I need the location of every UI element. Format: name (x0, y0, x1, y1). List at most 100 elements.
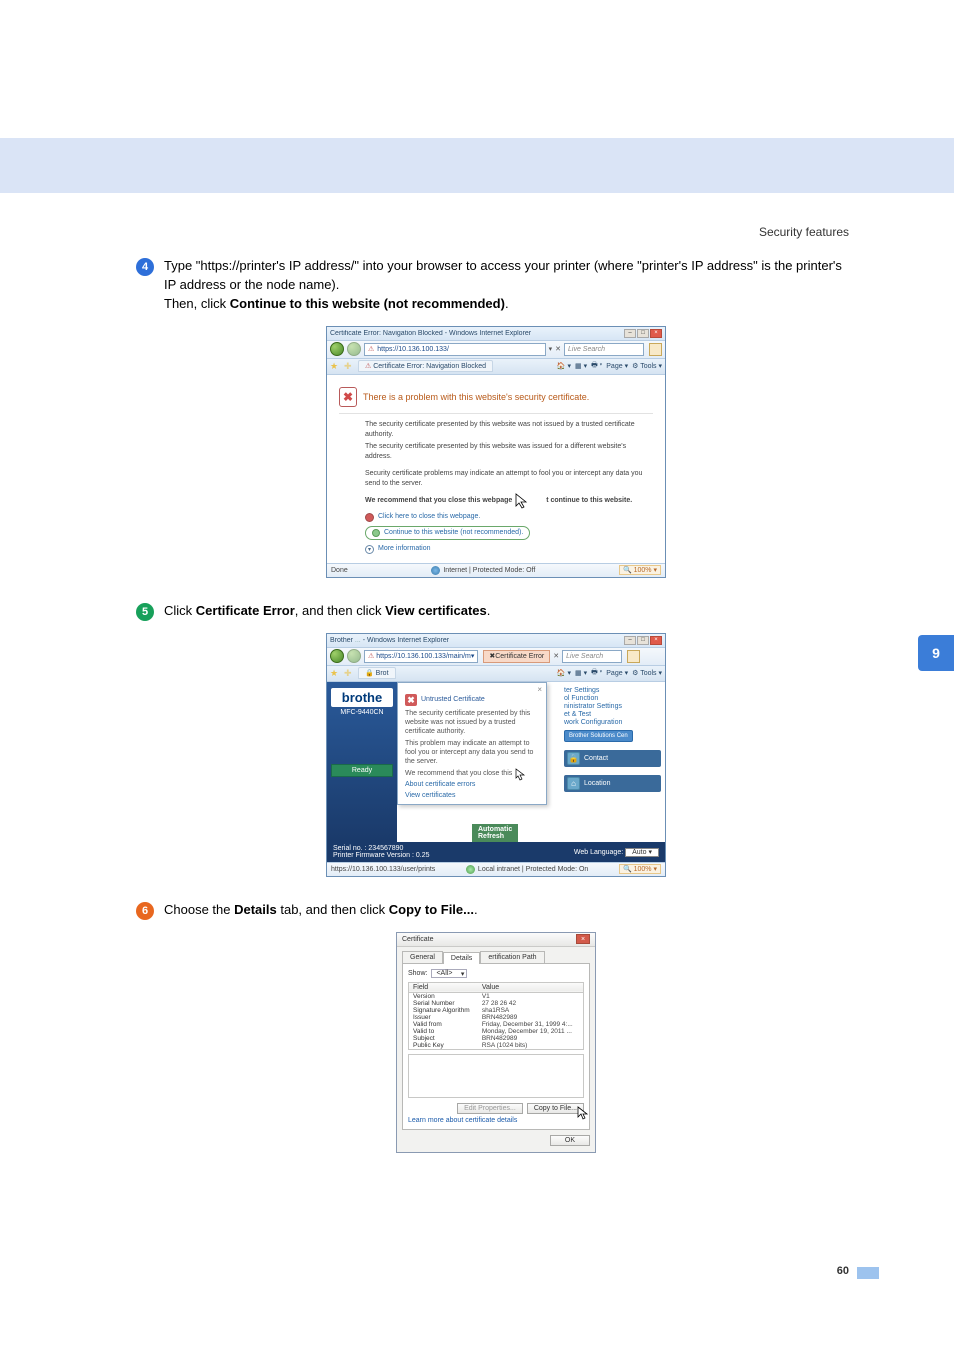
forward-icon[interactable] (347, 342, 361, 356)
search-input[interactable]: Live Search (562, 650, 622, 663)
address-bar[interactable]: ⚠https://10.136.100.133/main/m ▾ (364, 650, 478, 663)
continue-link[interactable]: Continue to this website (not recommende… (365, 526, 653, 541)
ie2-statusbar: https://10.136.100.133/user/prints Local… (327, 862, 665, 876)
table-row[interactable]: VersionV1 (409, 992, 584, 1000)
ie2-titlebar: Brother ... - Windows Internet Explorer … (327, 634, 665, 648)
printer-sidebar: brothe MFC-9440CN Ready (327, 682, 397, 842)
zoom-level[interactable]: 🔍 100% ▾ (619, 565, 661, 575)
table-row[interactable]: Serial Number27 28 26 42 (409, 1000, 584, 1007)
view-certificates-link[interactable]: View certificates (405, 792, 455, 799)
search-icon[interactable] (649, 343, 662, 356)
close-icon[interactable]: × (576, 934, 590, 944)
ie2-body: brothe MFC-9440CN Ready × ✖ Untrusted Ce… (327, 682, 665, 842)
location-row[interactable]: ⌂Location (564, 775, 661, 792)
more-info-toggle[interactable]: ▾ More information (365, 544, 653, 555)
home-icon: ⌂ (567, 777, 580, 790)
chevron-down-icon: ▾ (365, 545, 374, 554)
home-icon[interactable]: 🏠 ▾ (557, 669, 571, 677)
step-5-text: Click Certificate Error, and then click … (164, 602, 490, 621)
tools-menu[interactable]: ⚙ Tools ▾ (632, 669, 662, 677)
show-label: Show: (408, 970, 427, 977)
certificate-error-button[interactable]: ✖ Certificate Error (483, 650, 550, 663)
table-row[interactable]: Valid fromFriday, December 31, 1999 4:..… (409, 1021, 584, 1028)
page-accent (857, 1267, 879, 1279)
brother-logo: brothe (331, 688, 393, 707)
contact-row[interactable]: 🔒Contact (564, 750, 661, 767)
browser-tab[interactable]: ⚠ Certificate Error: Navigation Blocked (358, 360, 493, 372)
close-webpage-link[interactable]: Click here to close this webpage. (365, 512, 653, 523)
add-favorite-icon[interactable]: ✚ (344, 361, 354, 371)
minimize-icon[interactable]: – (624, 329, 636, 338)
tools-menu[interactable]: ⚙ Tools ▾ (632, 362, 662, 370)
edit-properties-button[interactable]: Edit Properties... (457, 1103, 523, 1114)
home-icon[interactable]: 🏠 ▾ (557, 362, 571, 370)
add-favorite-icon[interactable]: ✚ (344, 668, 354, 678)
table-row[interactable]: SubjectBRN482989 (409, 1035, 584, 1042)
ie2-tabbar: ★ ✚ 🔒 Brot 🏠 ▾ ▦ ▾ 🖶 ▾ Page ▾ ⚙ Tools ▾ (327, 666, 665, 682)
favorites-icon[interactable]: ★ (330, 361, 340, 371)
link-settings[interactable]: ter Settings (564, 687, 661, 694)
maximize-icon[interactable]: □ (637, 329, 649, 338)
link-network[interactable]: work Configuration (564, 719, 661, 726)
cert-msg-3: Security certificate problems may indica… (365, 469, 653, 490)
close-icon[interactable]: × (650, 329, 662, 338)
ie2-toolbar: 🏠 ▾ ▦ ▾ 🖶 ▾ Page ▾ ⚙ Tools ▾ (557, 668, 662, 679)
link-test[interactable]: et & Test (564, 711, 661, 718)
link-function[interactable]: ol Function (564, 695, 661, 702)
cert-dialog-footer: OK (397, 1135, 595, 1152)
status-url: https://10.136.100.133/user/prints (331, 866, 435, 873)
language-select[interactable]: Auto ▾ (625, 848, 659, 857)
search-icon[interactable] (627, 650, 640, 663)
forward-icon[interactable] (347, 649, 361, 663)
close-icon[interactable]: × (650, 636, 662, 645)
back-icon[interactable] (330, 342, 344, 356)
table-row[interactable]: IssuerBRN482989 (409, 1014, 584, 1021)
feeds-icon[interactable]: ▦ ▾ (575, 669, 587, 677)
table-row[interactable]: Signature Algorithmsha1RSA (409, 1007, 584, 1014)
cert-msg-2: The security certificate presented by th… (365, 442, 653, 463)
ie1-navbar: ⚠https://10.136.100.133/ ▾ ✕ Live Search (327, 341, 665, 359)
feeds-icon[interactable]: ▦ ▾ (575, 362, 587, 370)
close-shield-icon (365, 513, 374, 522)
link-admin[interactable]: ninistrator Settings (564, 703, 661, 710)
step-4: 4 Type "https://printer's IP address/" i… (136, 257, 856, 314)
auto-refresh-label: AutomaticRefresh (472, 824, 518, 842)
minimize-icon[interactable]: – (624, 636, 636, 645)
cursor-icon (514, 492, 536, 515)
cert-dialog-titlebar: Certificate × (397, 933, 595, 947)
favorites-icon[interactable]: ★ (330, 668, 340, 678)
maximize-icon[interactable]: □ (637, 636, 649, 645)
tab-details[interactable]: Details (443, 952, 480, 964)
step-4-text: Type "https://printer's IP address/" int… (164, 257, 856, 314)
search-input[interactable]: Live Search (564, 343, 644, 356)
top-banner (0, 138, 954, 193)
globe-icon (431, 566, 440, 575)
show-select[interactable]: <All>▾ (431, 969, 467, 978)
page-menu[interactable]: Page ▾ (606, 362, 628, 370)
figure-1: Certificate Error: Navigation Blocked - … (136, 326, 856, 578)
back-icon[interactable] (330, 649, 344, 663)
print-icon[interactable]: 🖶 ▾ (591, 668, 602, 679)
tab-general[interactable]: General (402, 951, 443, 963)
ie-window-2: Brother ... - Windows Internet Explorer … (326, 633, 666, 877)
about-cert-errors-link[interactable]: About certificate errors (405, 781, 539, 788)
untrusted-icon: ✖ (405, 694, 417, 706)
table-row[interactable]: Public KeyRSA (1024 bits) (409, 1042, 584, 1050)
ie1-toolbar: 🏠 ▾ ▦ ▾ 🖶 ▾ Page ▾ ⚙ Tools ▾ (557, 361, 662, 372)
ie2-title: Brother ... - Windows Internet Explorer (330, 637, 449, 644)
ok-button[interactable]: OK (550, 1135, 590, 1146)
print-icon[interactable]: 🖶 ▾ (591, 361, 602, 372)
zoom-level[interactable]: 🔍 100% ▾ (619, 864, 661, 874)
cert-field-table: Field Value VersionV1 Serial Number27 28… (408, 982, 584, 1050)
ssl-warn-icon: ⚠ (368, 652, 374, 660)
browser-tab[interactable]: 🔒 Brot (358, 667, 396, 679)
printer-model: MFC-9440CN (331, 709, 393, 716)
tab-cert-path[interactable]: ertification Path (480, 951, 544, 963)
learn-more-link[interactable]: Learn more about certificate details (408, 1117, 584, 1124)
page-menu[interactable]: Page ▾ (606, 669, 628, 677)
brother-solutions-link[interactable]: Brother Solutions Cen (564, 730, 633, 742)
figure-2: Brother ... - Windows Internet Explorer … (136, 633, 856, 877)
popup-close-icon[interactable]: × (405, 685, 542, 694)
address-bar[interactable]: ⚠https://10.136.100.133/ (364, 343, 546, 356)
table-row[interactable]: Valid toMonday, December 19, 2011 ... (409, 1028, 584, 1035)
